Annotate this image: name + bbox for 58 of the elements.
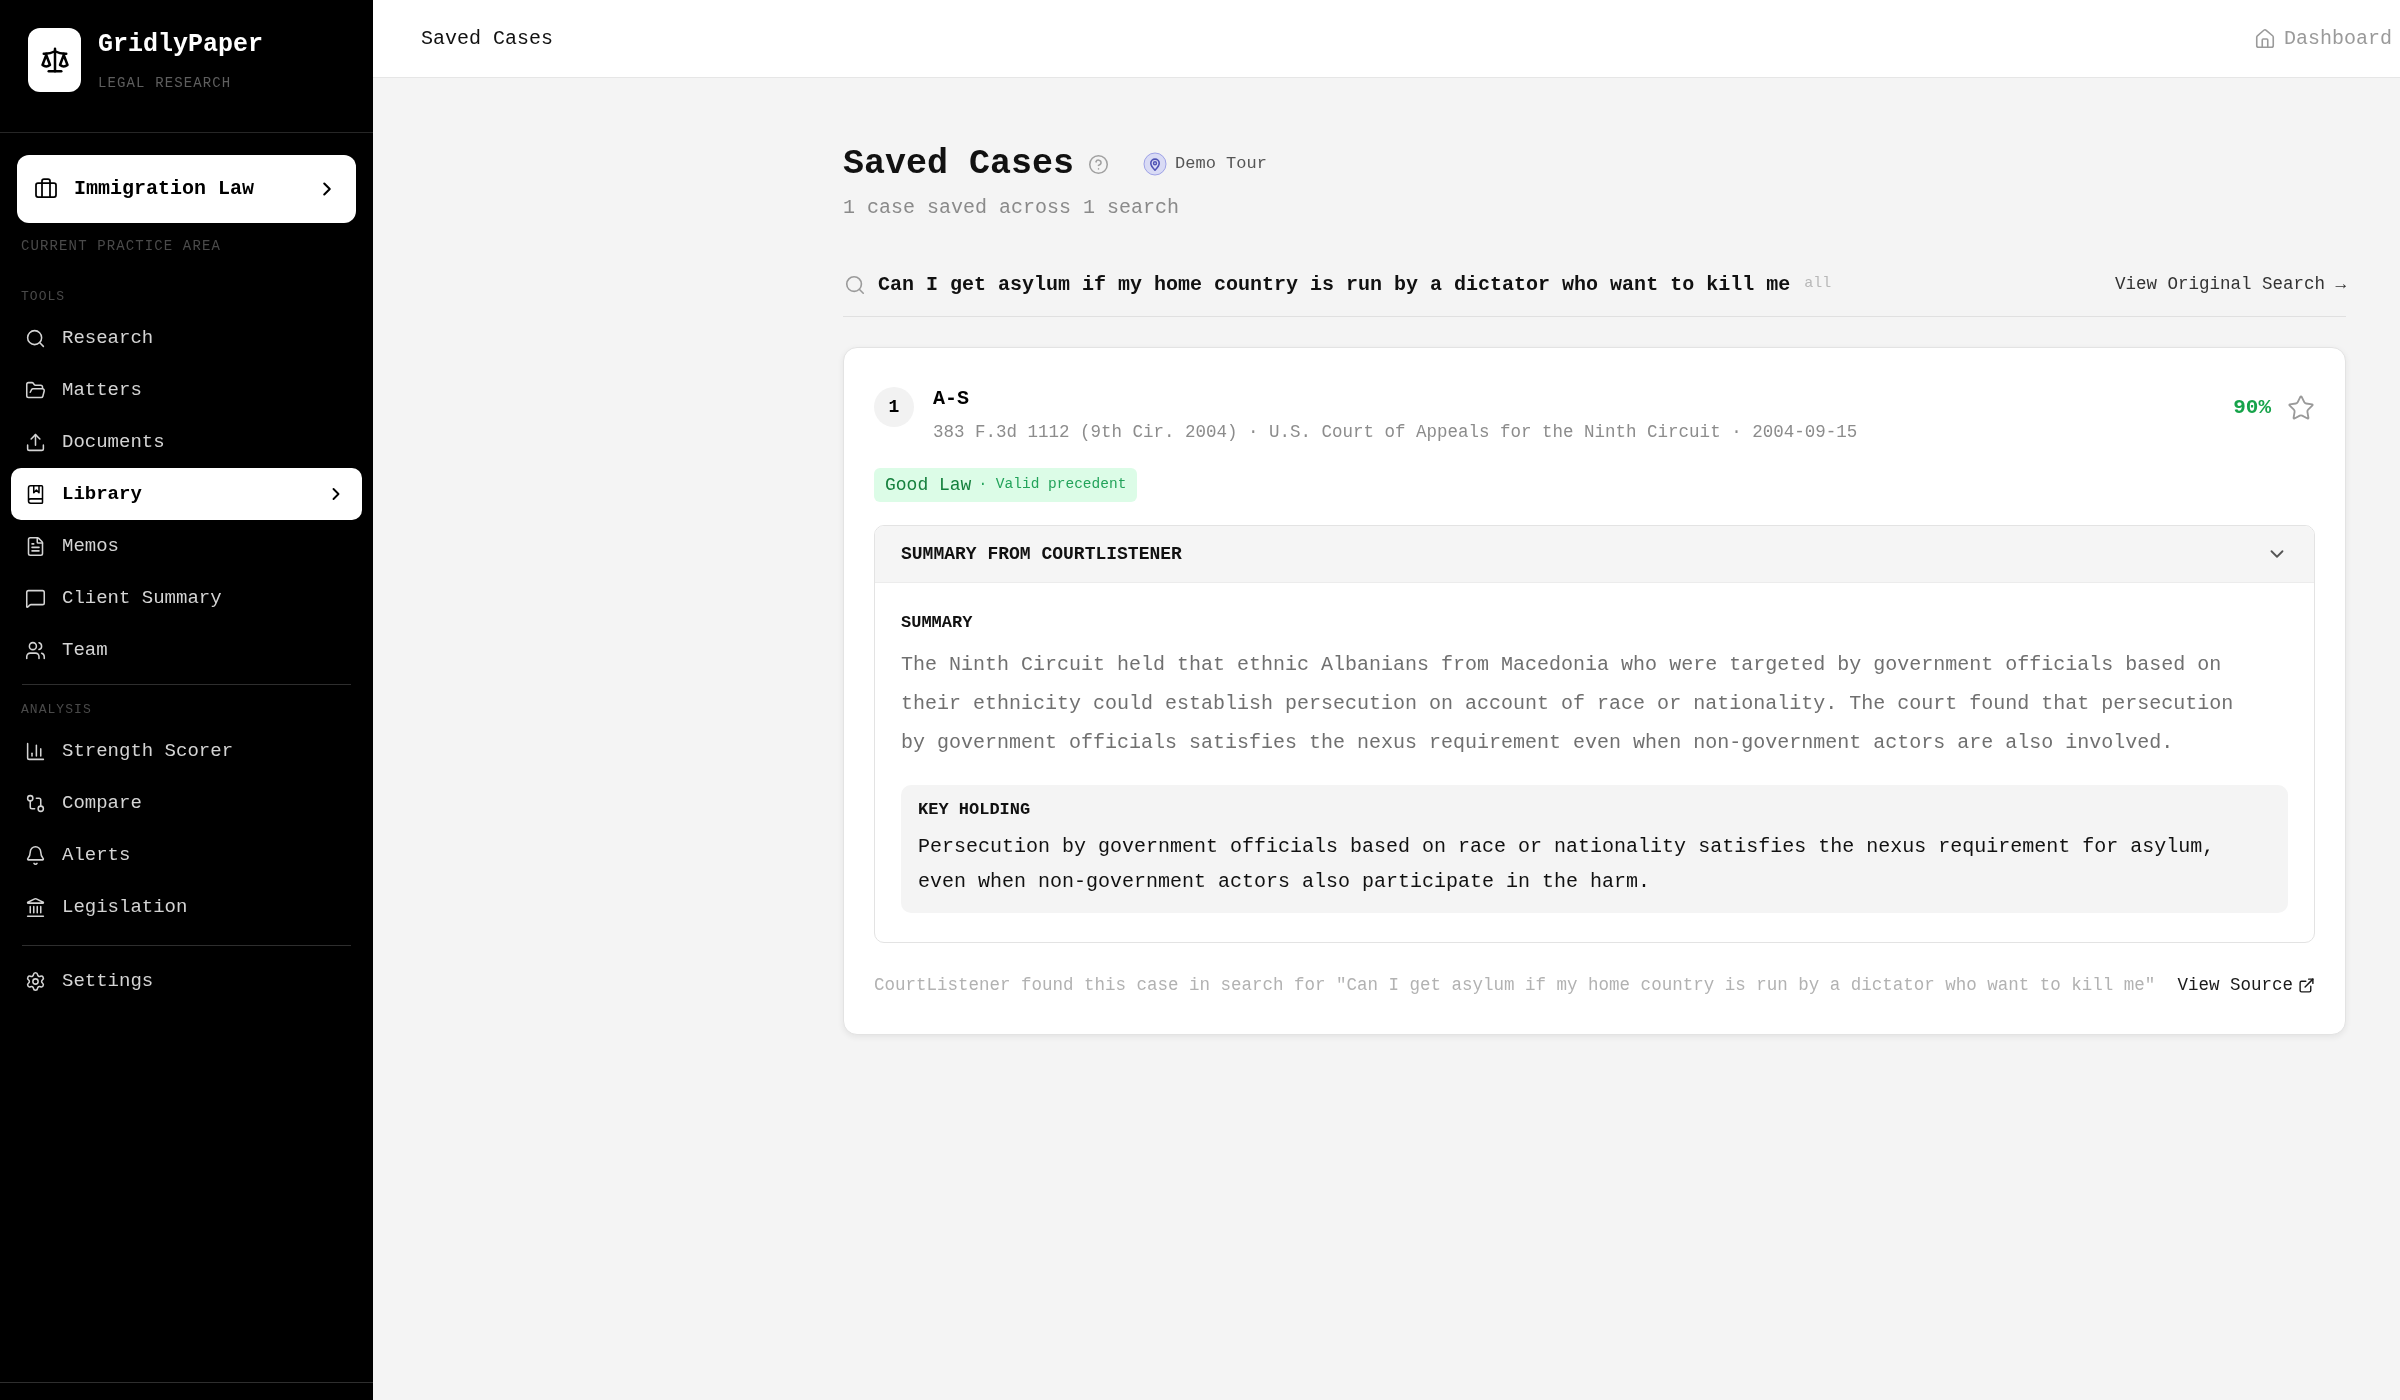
scale-logo-icon — [28, 28, 81, 92]
nav-item[interactable]: Client Summary — [11, 572, 362, 624]
practice-area-caption: CURRENT PRACTICE AREA — [21, 237, 222, 255]
nav-item[interactable]: Research — [11, 312, 362, 364]
demo-tour-button[interactable]: Demo Tour — [1143, 151, 1267, 177]
nav-item[interactable]: Documents — [11, 416, 362, 468]
upload-icon — [25, 431, 46, 453]
nav-item[interactable]: Legislation — [11, 881, 362, 933]
case-name: A-S — [933, 386, 970, 412]
folder-icon — [25, 379, 46, 401]
page-subtitle: 1 case saved across 1 search — [843, 195, 1181, 221]
speech-bubble-icon — [25, 587, 46, 609]
nav-item[interactable]: Strength Scorer — [11, 725, 362, 777]
star-icon[interactable] — [2287, 393, 2315, 422]
search-query: Can I get asylum if my home country is run by a dictator who want to kill me — [878, 271, 1791, 298]
nav-item[interactable]: Settings — [11, 955, 362, 1007]
search-icon — [25, 327, 46, 349]
help-icon[interactable] — [1088, 153, 1110, 175]
nav-item[interactable]: Memos — [11, 520, 362, 572]
nav-item[interactable]: Alerts — [11, 829, 362, 881]
brand-tagline: LEGAL RESEARCH — [98, 75, 233, 91]
compare-icon — [25, 792, 46, 814]
source-note: CourtListener found this case in search for "Can I get asylum if my home country is run by a dictator who want to kill me" — [874, 974, 2156, 998]
practice-area-button[interactable]: Immigration Law — [17, 155, 356, 223]
relevance-score: 90% — [2233, 395, 2271, 421]
nav-item[interactable]: Compare — [11, 777, 362, 829]
briefcase-icon — [34, 177, 58, 201]
nav-item[interactable]: Team — [11, 624, 362, 676]
people-icon — [25, 639, 46, 661]
section-heading: TOOLS — [21, 288, 67, 306]
key-holding-text: Persecution by government officials based on race or nationality satisfies the nexus requirement for asylum, even when non-government actors also participate in the harm. — [918, 834, 2216, 895]
settings-icon — [25, 970, 46, 992]
map-pin-icon — [1143, 152, 1168, 176]
landmark-icon — [25, 896, 46, 918]
book-icon — [25, 483, 46, 505]
view-original-search-link[interactable]: View Original Search → — [2114, 271, 2346, 298]
rank-number: 1 — [874, 387, 914, 427]
summary-panel-header[interactable]: SUMMARY FROM COURTLISTENER — [875, 526, 2314, 583]
bar-chart-icon — [25, 740, 46, 762]
search-scope: all — [1804, 274, 1832, 295]
bell-icon — [25, 844, 46, 866]
document-icon — [25, 535, 46, 557]
key-holding-label: KEY HOLDING — [918, 799, 1032, 821]
brand-name: GridlyPaper — [98, 30, 264, 60]
status-detail: · Valid precedent — [978, 475, 1127, 495]
section-heading: ANALYSIS — [21, 701, 93, 719]
view-source-link[interactable]: View Source — [2177, 972, 2315, 999]
case-citation: 383 F.3d 1112 (9th Cir. 2004) · U.S. Court of Appeals for the Ninth Circuit · 2004-09-15 — [933, 421, 1858, 444]
page-title: Saved Cases — [843, 143, 1075, 185]
home-icon — [2253, 27, 2276, 50]
search-icon — [844, 273, 866, 296]
summary-label: SUMMARY — [901, 612, 974, 634]
header-title: Saved Cases — [421, 25, 554, 52]
status-label: Good Law — [885, 473, 972, 497]
nav-item[interactable]: Library — [11, 468, 362, 520]
nav-item[interactable]: Matters — [11, 364, 362, 416]
summary-text: The Ninth Circuit held that ethnic Albanians from Macedonia who were targeted by government officials based on their ethnicity could establish persecution on account of race or nationality. The court found that persecution by government officials satisfies the nexus requirement even when non-government actors are also involved. — [901, 652, 2235, 756]
external-link-icon — [2298, 976, 2315, 994]
